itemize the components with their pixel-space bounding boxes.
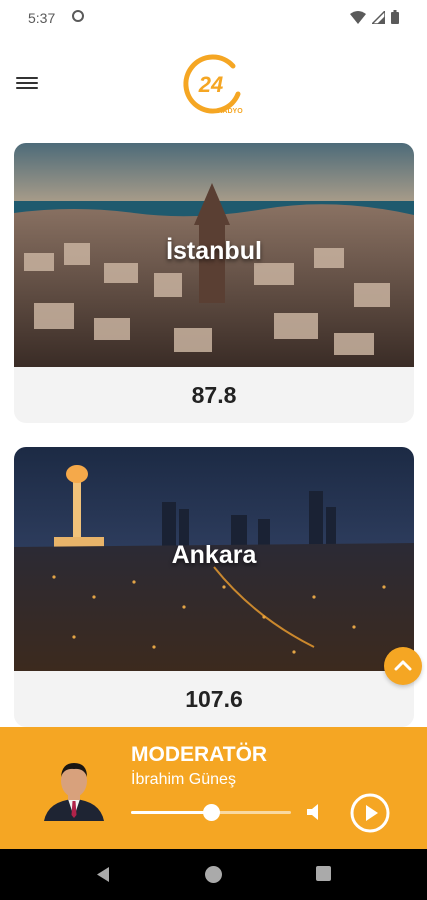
city-photo-istanbul: İstanbul (14, 143, 414, 367)
home-icon[interactable] (205, 866, 222, 883)
city-name: İstanbul (166, 237, 262, 265)
moderator-avatar (44, 751, 104, 821)
playback-slider[interactable] (131, 804, 291, 821)
now-playing-bar: MODERATÖR İbrahim Güneş (0, 727, 427, 849)
slider-fill (131, 811, 211, 814)
station-card-istanbul[interactable]: İstanbul 87.8 (14, 143, 414, 423)
slider-knob[interactable] (203, 804, 220, 821)
speaker-icon[interactable] (304, 801, 326, 823)
logo-subtext: RADYO (217, 108, 243, 115)
station-frequency: 107.6 (185, 686, 243, 712)
at-sign-icon (72, 10, 84, 22)
station-frequency: 87.8 (191, 382, 237, 408)
logo-number: 24 (198, 72, 223, 97)
status-time: 5:37 (28, 10, 56, 26)
recents-icon[interactable] (316, 866, 331, 881)
app-header: 24 RADYO (0, 36, 427, 130)
signal-icon (372, 10, 385, 24)
status-bar: 5:37 (0, 0, 427, 36)
station-card-ankara[interactable]: Ankara 107.6 (14, 447, 414, 727)
play-icon (350, 793, 390, 833)
chevron-up-icon (394, 660, 412, 671)
city-photo-ankara: Ankara (14, 447, 414, 671)
wifi-icon (350, 10, 366, 24)
scroll-up-button[interactable] (384, 647, 422, 685)
moderator-name: İbrahim Güneş (131, 771, 236, 788)
hamburger-menu-icon[interactable] (16, 74, 38, 92)
radyo-24-logo: 24 RADYO (180, 50, 250, 116)
back-icon[interactable] (95, 866, 111, 883)
status-icons (350, 10, 399, 24)
battery-icon (391, 10, 399, 24)
moderator-role: MODERATÖR (131, 743, 268, 766)
city-name: Ankara (171, 541, 257, 569)
play-button[interactable] (350, 793, 390, 833)
android-nav-bar (0, 849, 427, 900)
